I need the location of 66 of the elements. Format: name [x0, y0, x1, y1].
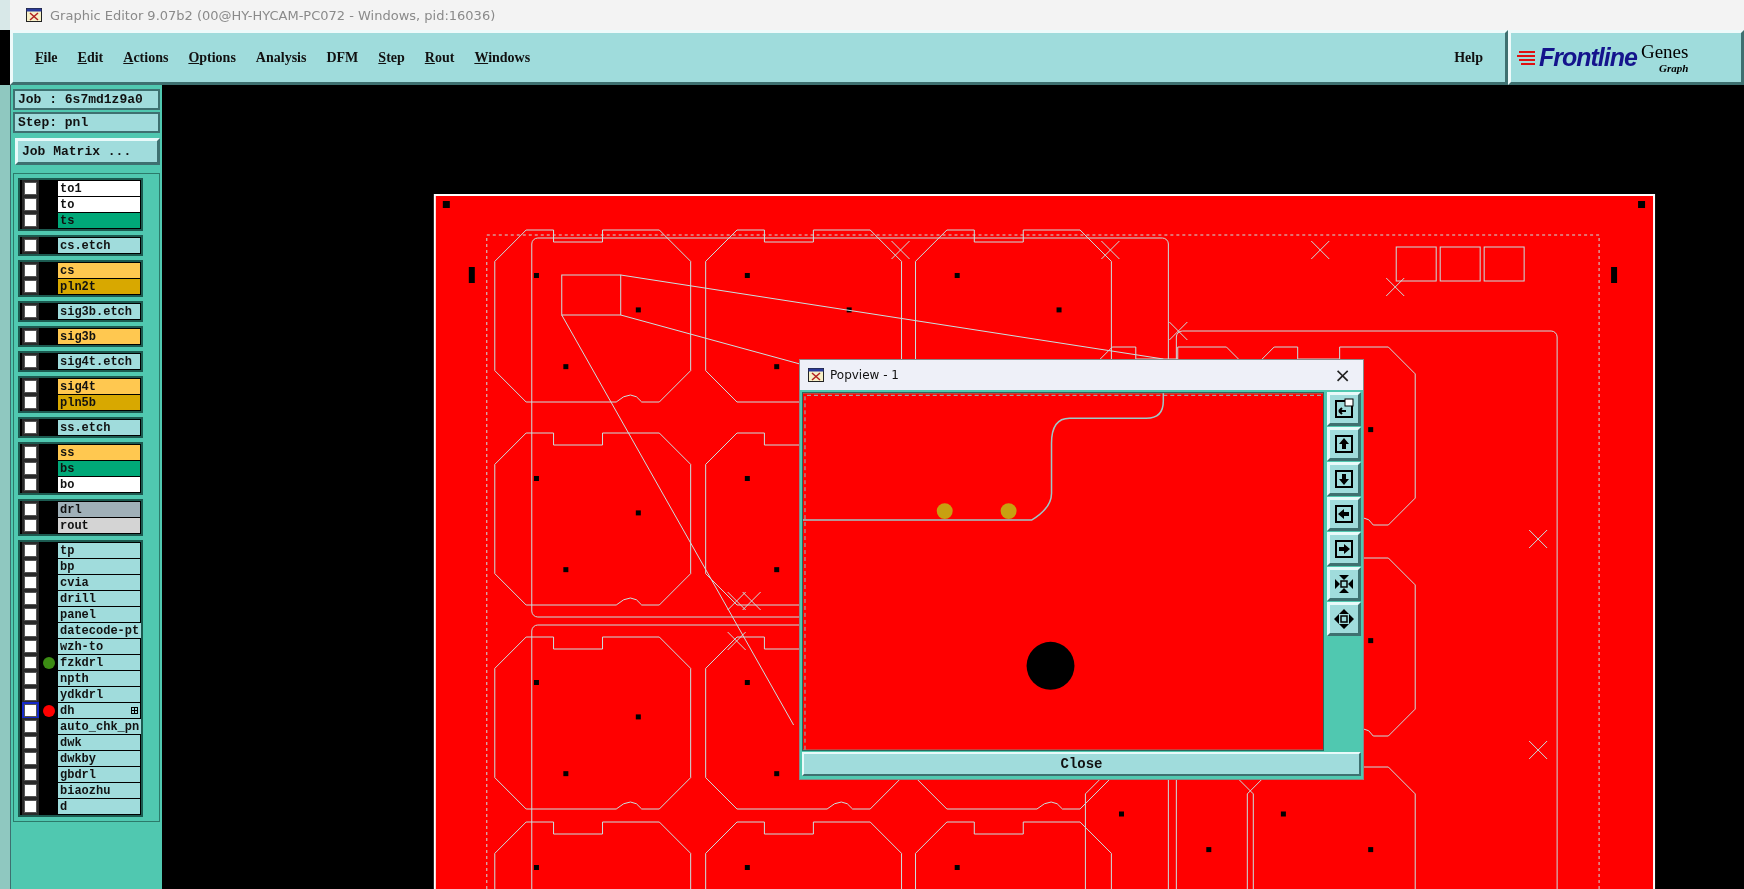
app-icon — [26, 8, 42, 22]
job-label: Job : 6s7md1z9a0 — [13, 89, 160, 110]
layer-name[interactable]: dwk — [58, 735, 140, 750]
menu-item[interactable]: Options — [188, 49, 236, 66]
layer-name[interactable]: ss.etch — [58, 420, 140, 435]
layer-name[interactable]: datecode-pt — [58, 623, 142, 638]
layer-name[interactable]: rout — [58, 518, 140, 533]
window-title: Graphic Editor 9.07b2 (00@HY-HYCAM-PC072 - Windows, pid:16036) — [50, 7, 496, 23]
layer-name[interactable]: npth — [58, 671, 140, 686]
menu-item[interactable]: Windows — [474, 49, 531, 66]
view-tool-button[interactable] — [1327, 567, 1361, 601]
layer-name[interactable]: to — [58, 197, 140, 212]
layer-name[interactable]: wzh-to — [58, 639, 140, 654]
layer-name[interactable]: gbdrl — [58, 767, 140, 782]
app-icon — [808, 368, 824, 382]
layer-name[interactable]: bp — [58, 559, 140, 574]
layer-name[interactable]: cs.etch — [58, 238, 140, 253]
layer-name[interactable]: sig4t — [58, 379, 140, 394]
menu-item[interactable]: Step — [378, 49, 405, 66]
layer-name[interactable]: dwkby — [58, 751, 140, 766]
layer-name[interactable]: ydkdrl — [58, 687, 140, 702]
layer-name[interactable]: d — [58, 799, 140, 814]
view-tool-button[interactable] — [1327, 497, 1361, 531]
layer-name[interactable]: panel — [58, 607, 140, 622]
view-tool-button[interactable] — [1327, 462, 1361, 496]
logo-brand: Frontline — [1539, 43, 1637, 72]
close-button[interactable]: Close — [802, 752, 1361, 776]
menu-item[interactable]: Edit — [77, 49, 104, 66]
menu-item[interactable]: Actions — [123, 49, 169, 66]
menu-item[interactable]: DFM — [326, 49, 359, 66]
layer-name[interactable]: sig4t.etch — [58, 354, 140, 369]
layer-name[interactable]: pln2t — [58, 279, 140, 294]
close-button[interactable]: × — [1330, 363, 1355, 387]
step-label: Step: pnl — [13, 112, 160, 133]
job-matrix-button[interactable]: Job Matrix ... — [15, 138, 160, 165]
layer-name[interactable]: fzkdrl — [58, 655, 140, 670]
view-tool-button[interactable] — [1327, 427, 1361, 461]
speed-lines-icon — [1517, 48, 1535, 67]
layer-name[interactable]: to1 — [58, 181, 140, 196]
layer-name[interactable]: cs — [58, 263, 140, 278]
menu-item[interactable]: Analysis — [255, 49, 307, 66]
layer-name[interactable]: drl — [58, 502, 140, 517]
layer-name[interactable]: bo — [58, 477, 140, 492]
menu-item[interactable]: File — [35, 49, 58, 66]
menu-item[interactable]: Rout — [424, 49, 455, 66]
layer-name[interactable]: dh — [58, 703, 140, 718]
arrows-outward-icon — [1333, 608, 1355, 630]
view-tool-button[interactable] — [1327, 602, 1361, 636]
layer-name[interactable]: sig3b.etch — [58, 304, 140, 319]
logo-tagline: Graph — [1659, 61, 1689, 74]
view-tool-button[interactable] — [1327, 392, 1361, 426]
layer-name[interactable]: drill — [58, 591, 140, 606]
layer-name[interactable]: bs — [58, 461, 140, 476]
layer-name[interactable]: auto_chk_pn — [58, 719, 142, 734]
layer-name[interactable]: ts — [58, 213, 140, 228]
logo-product: Genes — [1640, 41, 1689, 62]
layer-name[interactable]: ss — [58, 445, 140, 460]
help-menu[interactable]: Help — [1454, 49, 1483, 66]
layer-name[interactable]: sig3b — [58, 329, 140, 344]
layer-name[interactable]: pln5b — [58, 395, 140, 410]
popview-title: Popview - 1 — [830, 368, 899, 382]
layer-name[interactable]: biaozhu — [58, 783, 140, 798]
layer-name[interactable]: cvia — [58, 575, 140, 590]
layer-name[interactable]: tp — [58, 543, 140, 558]
arrows-inward-icon — [1333, 573, 1355, 595]
view-tool-button[interactable] — [1327, 532, 1361, 566]
